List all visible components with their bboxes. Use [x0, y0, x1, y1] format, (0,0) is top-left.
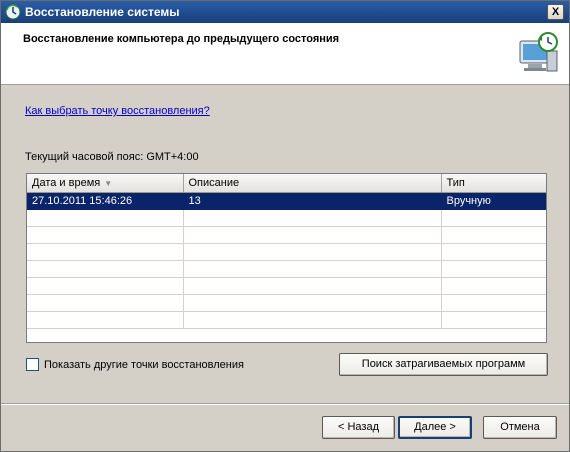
page-heading: Восстановление компьютера до предыдущего… — [23, 33, 340, 45]
show-more-checkbox[interactable] — [26, 358, 39, 371]
column-header-type[interactable]: Тип — [441, 174, 546, 193]
footer-separator — [1, 403, 569, 405]
close-icon: X — [551, 6, 560, 18]
column-header-date[interactable]: Дата и время ▼ — [27, 174, 184, 193]
table-row[interactable]: 27.10.2011 15:46:26 13 Вручную — [27, 192, 546, 210]
window-title: Восстановление системы — [25, 5, 180, 19]
wizard-header: Восстановление компьютера до предыдущего… — [1, 23, 569, 85]
timezone-label: Текущий часовой пояс: GMT+4:00 — [25, 151, 199, 163]
sort-down-icon: ▼ — [104, 178, 113, 188]
cancel-button[interactable]: Отмена — [483, 416, 557, 439]
scan-affected-programs-button[interactable]: Поиск затрагиваемых программ — [339, 353, 548, 376]
empty-row — [27, 294, 546, 312]
next-button[interactable]: Далее > — [398, 416, 472, 439]
back-button[interactable]: < Назад — [322, 416, 395, 439]
restore-points-table[interactable]: Дата и время ▼ Описание Тип 27.10.2011 15… — [26, 173, 547, 343]
cell-description: 13 — [183, 192, 442, 210]
cell-date: 27.10.2011 15:46:26 — [27, 192, 184, 210]
empty-row — [27, 209, 546, 227]
cell-type: Вручную — [441, 192, 546, 210]
system-restore-window: Восстановление системы X Восстановление … — [0, 0, 570, 452]
column-header-description[interactable]: Описание — [183, 174, 442, 193]
empty-row — [27, 243, 546, 261]
show-more-option[interactable]: Показать другие точки восстановления — [26, 358, 244, 371]
close-button[interactable]: X — [547, 4, 564, 20]
help-link[interactable]: Как выбрать точку восстановления? — [25, 105, 210, 117]
restore-computer-icon — [519, 32, 558, 72]
empty-row — [27, 311, 546, 329]
empty-row — [27, 226, 546, 244]
empty-row — [27, 277, 546, 295]
system-restore-icon — [5, 4, 21, 20]
title-bar[interactable]: Восстановление системы X — [1, 1, 569, 23]
table-header-row: Дата и время ▼ Описание Тип — [27, 174, 546, 193]
show-more-label: Показать другие точки восстановления — [44, 358, 244, 371]
empty-row — [27, 260, 546, 278]
